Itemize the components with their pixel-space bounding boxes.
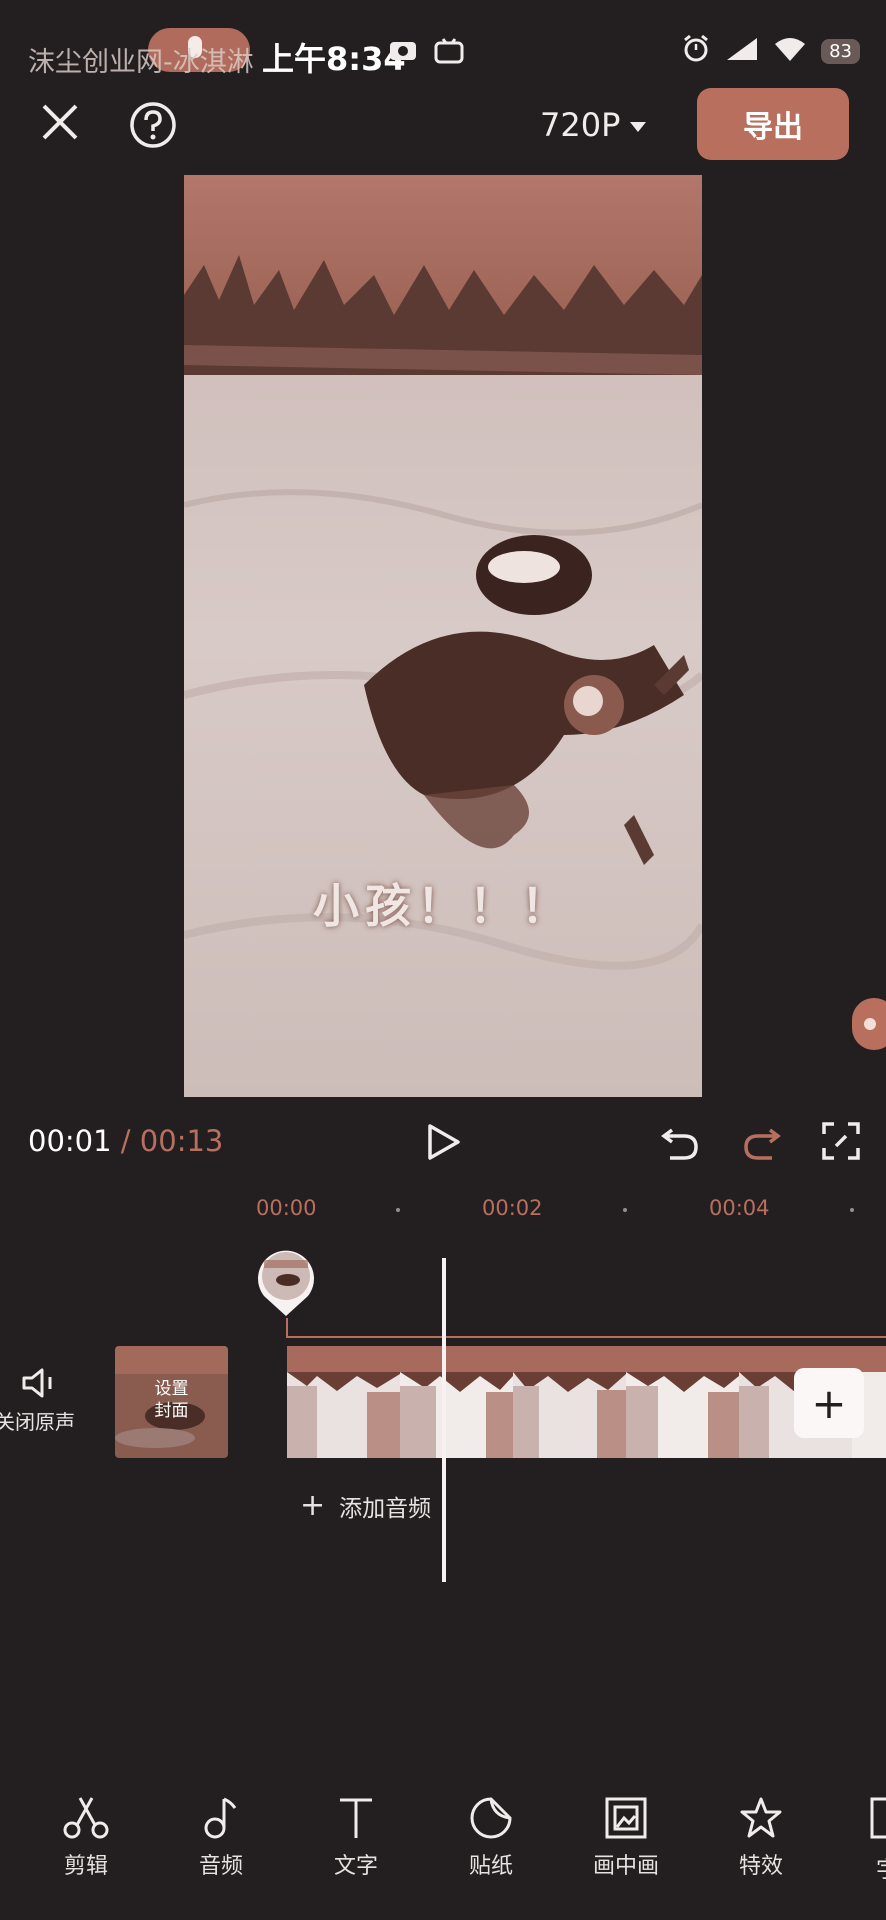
toolbar-label: 字 xyxy=(876,1852,886,1884)
playhead[interactable] xyxy=(442,1258,446,1582)
ruler-dot xyxy=(396,1208,400,1212)
picture-in-picture-icon xyxy=(605,1797,647,1839)
keyframe-thumbnail[interactable] xyxy=(254,1244,318,1318)
close-icon[interactable] xyxy=(38,100,82,144)
toolbar-item-sticker[interactable]: 贴纸 xyxy=(441,1796,541,1880)
toolbar-item-subtitle[interactable]: 字 xyxy=(866,1796,886,1884)
toolbar-label: 贴纸 xyxy=(468,1854,513,1879)
plus-icon: + xyxy=(300,1488,326,1523)
keyframe-connector xyxy=(286,1318,288,1336)
redo-icon[interactable] xyxy=(742,1122,782,1166)
toolbar-label: 文字 xyxy=(333,1854,378,1879)
add-audio-label: 添加音频 xyxy=(339,1495,432,1522)
status-time: 上午8:34 xyxy=(262,40,406,78)
cover-label-line2: 封面 xyxy=(154,1401,189,1421)
star-effect-icon xyxy=(740,1797,782,1838)
ruler-tick: 00:00 xyxy=(256,1196,317,1220)
toolbar-label: 音频 xyxy=(198,1854,243,1879)
clip-frame xyxy=(513,1346,627,1458)
clip-frame xyxy=(287,1346,401,1458)
cover-label-line1: 设置 xyxy=(154,1379,189,1399)
text-icon xyxy=(340,1798,372,1838)
mute-original-label: 关闭原声 xyxy=(0,1410,75,1434)
wifi-icon xyxy=(773,36,807,66)
toolbar-label: 画中画 xyxy=(592,1854,659,1879)
side-drag-handle[interactable] xyxy=(852,998,886,1050)
camera-icon xyxy=(388,38,418,66)
video-caption: 小孩！！！ xyxy=(313,879,573,933)
preview-frame-image xyxy=(184,175,702,1097)
alarm-icon xyxy=(681,34,711,68)
resolution-label: 720P xyxy=(540,106,621,144)
toolbar-item-text[interactable]: 文字 xyxy=(306,1796,406,1880)
subtitle-icon xyxy=(870,1797,886,1839)
add-clip-button[interactable]: + xyxy=(794,1368,864,1438)
toolbar-label: 特效 xyxy=(738,1854,783,1879)
help-icon[interactable] xyxy=(128,100,178,150)
fullscreen-icon[interactable] xyxy=(822,1122,860,1164)
chevron-down-icon xyxy=(630,122,647,132)
ruler-dot xyxy=(850,1208,854,1212)
clip-frame xyxy=(626,1346,740,1458)
time-display: 00:01 / 00:13 xyxy=(28,1124,223,1158)
toolbar-item-effects[interactable]: 特效 xyxy=(711,1796,811,1880)
sticker-icon xyxy=(470,1797,512,1839)
watermark-text: 沫尘创业网-冰淇淋 xyxy=(28,47,254,78)
undo-icon[interactable] xyxy=(660,1122,700,1166)
ruler-dot xyxy=(623,1208,627,1212)
add-audio-button[interactable]: + 添加音频 xyxy=(300,1488,431,1523)
bilibili-icon xyxy=(434,38,464,68)
toolbar-item-edit[interactable]: 剪辑 xyxy=(36,1796,136,1880)
resolution-selector[interactable]: 720P xyxy=(540,106,647,144)
scissors-icon xyxy=(63,1797,109,1839)
status-icons: 83 xyxy=(681,34,860,68)
ruler-tick: 00:02 xyxy=(482,1196,543,1220)
mute-original-button[interactable]: 关闭原声 xyxy=(0,1366,80,1435)
ruler-tick: 00:04 xyxy=(709,1196,770,1220)
toolbar-item-pip[interactable]: 画中画 xyxy=(576,1796,676,1880)
keyframe-track-line xyxy=(286,1336,886,1338)
total-time: 00:13 xyxy=(139,1124,224,1158)
toolbar-item-audio[interactable]: 音频 xyxy=(171,1796,271,1880)
time-separator: / xyxy=(120,1124,131,1158)
signal-icon xyxy=(725,36,759,66)
speaker-icon xyxy=(22,1368,52,1398)
current-time: 00:01 xyxy=(28,1124,112,1158)
battery-icon: 83 xyxy=(821,38,860,64)
play-icon[interactable] xyxy=(426,1122,462,1166)
export-button[interactable]: 导出 xyxy=(697,88,849,160)
clip-frame xyxy=(400,1346,514,1458)
toolbar-label: 剪辑 xyxy=(63,1854,108,1879)
set-cover-button[interactable]: 设置 封面 xyxy=(115,1346,228,1458)
music-note-icon xyxy=(204,1797,237,1839)
video-preview[interactable]: 小孩！！！ xyxy=(184,175,702,1097)
